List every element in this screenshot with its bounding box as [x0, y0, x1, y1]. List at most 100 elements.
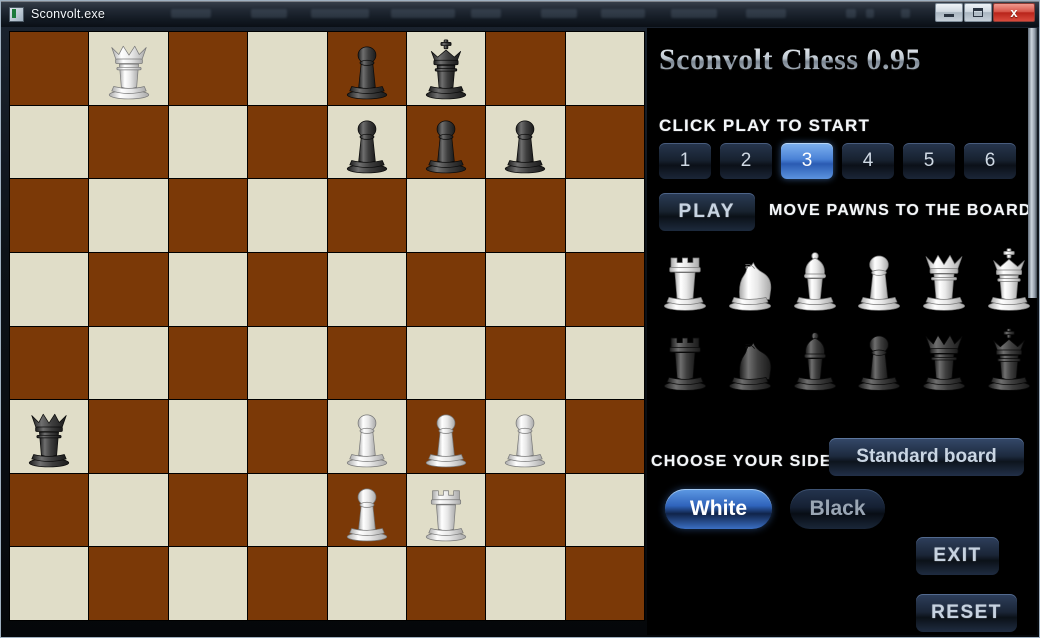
piece-black-pawn[interactable]: [328, 106, 406, 179]
board-square[interactable]: [327, 547, 406, 620]
black-piece-tray[interactable]: [655, 320, 1037, 394]
board-square[interactable]: [327, 473, 406, 547]
board-square[interactable]: [89, 252, 168, 326]
board-square[interactable]: [486, 179, 565, 252]
board-square[interactable]: [168, 32, 248, 105]
board-square[interactable]: [248, 252, 327, 326]
board-square[interactable]: [406, 473, 486, 547]
board-square[interactable]: [565, 32, 644, 105]
close-button[interactable]: x: [993, 3, 1035, 22]
piece-black-pawn[interactable]: [328, 32, 406, 105]
board-square[interactable]: [486, 252, 565, 326]
difficulty-level-1[interactable]: 1: [659, 143, 711, 179]
board-square[interactable]: [486, 32, 565, 105]
board-square[interactable]: [327, 105, 406, 179]
difficulty-level-2[interactable]: 2: [720, 143, 772, 179]
board-square[interactable]: [248, 32, 327, 105]
board-square[interactable]: [248, 326, 327, 400]
board-square[interactable]: [248, 105, 327, 179]
piece-black-queen[interactable]: [10, 400, 88, 473]
board-square[interactable]: [89, 326, 168, 400]
side-black-button[interactable]: Black: [790, 489, 885, 529]
tray-piece-white-bishop[interactable]: [785, 242, 845, 314]
chess-board[interactable]: [9, 31, 645, 621]
board-square[interactable]: [406, 547, 486, 620]
board-square[interactable]: [565, 105, 644, 179]
difficulty-level-6[interactable]: 6: [964, 143, 1016, 179]
board-square[interactable]: [248, 547, 327, 620]
board-square[interactable]: [486, 400, 565, 473]
board-square[interactable]: [406, 326, 486, 400]
board-square[interactable]: [248, 179, 327, 252]
board-square[interactable]: [89, 105, 168, 179]
board-square[interactable]: [486, 547, 565, 620]
board-square[interactable]: [565, 252, 644, 326]
tray-piece-white-queen[interactable]: [914, 242, 974, 314]
difficulty-level-4[interactable]: 4: [842, 143, 894, 179]
board-square[interactable]: [10, 32, 89, 105]
piece-white-pawn[interactable]: [328, 400, 406, 473]
board-square[interactable]: [327, 326, 406, 400]
tray-piece-black-queen[interactable]: [914, 322, 974, 394]
board-square[interactable]: [406, 400, 486, 473]
board-square[interactable]: [406, 105, 486, 179]
board-square[interactable]: [10, 252, 89, 326]
board-square[interactable]: [327, 179, 406, 252]
board-square[interactable]: [168, 326, 248, 400]
piece-white-pawn[interactable]: [486, 400, 564, 473]
board-square[interactable]: [10, 326, 89, 400]
board-square[interactable]: [89, 179, 168, 252]
piece-white-rook[interactable]: [407, 474, 485, 547]
board-square[interactable]: [168, 473, 248, 547]
board-square[interactable]: [168, 400, 248, 473]
board-square[interactable]: [327, 252, 406, 326]
board-square[interactable]: [486, 326, 565, 400]
board-square[interactable]: [565, 400, 644, 473]
scrollbar[interactable]: [1028, 28, 1037, 298]
piece-white-queen[interactable]: [89, 32, 167, 105]
piece-black-pawn[interactable]: [407, 106, 485, 179]
difficulty-level-3[interactable]: 3: [781, 143, 833, 179]
play-button[interactable]: PLAY: [659, 193, 755, 231]
board-square[interactable]: [168, 252, 248, 326]
piece-black-pawn[interactable]: [486, 106, 564, 179]
white-piece-tray[interactable]: [655, 240, 1037, 314]
board-square[interactable]: [565, 547, 644, 620]
exit-button[interactable]: EXIT: [916, 537, 999, 575]
difficulty-level-5[interactable]: 5: [903, 143, 955, 179]
tray-piece-black-rook[interactable]: [655, 322, 715, 394]
piece-black-king[interactable]: [407, 32, 485, 105]
tray-piece-white-rook[interactable]: [655, 242, 715, 314]
board-square[interactable]: [486, 105, 565, 179]
tray-piece-white-knight[interactable]: [720, 242, 780, 314]
board-square[interactable]: [168, 547, 248, 620]
board-square[interactable]: [248, 400, 327, 473]
board-square[interactable]: [406, 252, 486, 326]
tray-piece-black-pawn[interactable]: [849, 322, 909, 394]
piece-white-pawn[interactable]: [328, 474, 406, 547]
board-square[interactable]: [565, 326, 644, 400]
side-white-button[interactable]: White: [665, 489, 772, 529]
board-square[interactable]: [89, 473, 168, 547]
board-square[interactable]: [10, 179, 89, 252]
board-square[interactable]: [10, 547, 89, 620]
piece-white-pawn[interactable]: [407, 400, 485, 473]
board-square[interactable]: [327, 32, 406, 105]
maximize-button[interactable]: [964, 3, 992, 22]
reset-button[interactable]: RESET: [916, 594, 1017, 632]
board-square[interactable]: [89, 400, 168, 473]
board-square[interactable]: [10, 473, 89, 547]
board-square[interactable]: [565, 473, 644, 547]
tray-piece-black-bishop[interactable]: [785, 322, 845, 394]
board-square[interactable]: [327, 400, 406, 473]
tray-piece-black-knight[interactable]: [720, 322, 780, 394]
board-square[interactable]: [10, 105, 89, 179]
tray-piece-black-king[interactable]: [979, 322, 1037, 394]
board-square[interactable]: [248, 473, 327, 547]
tray-piece-white-pawn[interactable]: [849, 242, 909, 314]
board-square[interactable]: [168, 179, 248, 252]
board-square[interactable]: [89, 32, 168, 105]
board-square[interactable]: [168, 105, 248, 179]
minimize-button[interactable]: [935, 3, 963, 22]
board-square[interactable]: [89, 547, 168, 620]
